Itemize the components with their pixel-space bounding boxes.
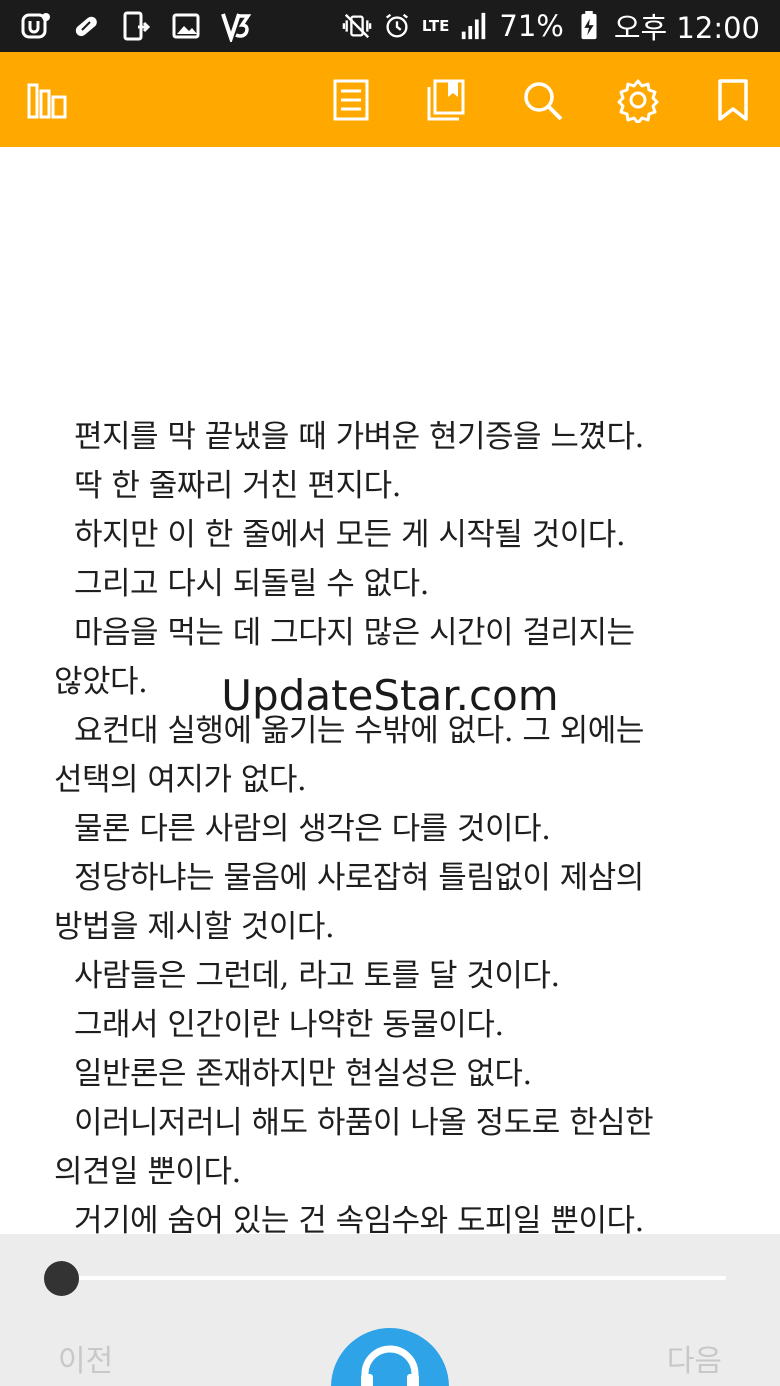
book-text: 편지를 막 끝냈을 때 가벼운 현기증을 느꼈다. 딱 한 줄짜리 거친 편지다… bbox=[54, 413, 724, 1234]
paragraph: 그리고 다시 되돌릴 수 없다. bbox=[74, 566, 430, 602]
paragraph: 마음을 먹는 데 그다지 많은 시간이 걸리지는 않았다. bbox=[54, 615, 635, 700]
next-page-button[interactable]: 다음 bbox=[667, 1336, 722, 1380]
v3-icon bbox=[221, 13, 252, 42]
battery-charging-icon bbox=[581, 11, 597, 40]
settings-icon bbox=[617, 79, 659, 123]
library-button[interactable] bbox=[20, 72, 76, 128]
page-progress-track[interactable] bbox=[62, 1276, 726, 1280]
battery-percent: 71% bbox=[499, 9, 564, 43]
paragraph: 이러니저러니 해도 하품이 나올 정도로 한심한 의견일 뿐이다. bbox=[54, 1105, 654, 1190]
table-of-contents-button[interactable] bbox=[323, 72, 379, 128]
notification-icons bbox=[20, 8, 252, 44]
toc-icon bbox=[333, 79, 369, 121]
search-button[interactable] bbox=[514, 72, 570, 128]
paragraph: 딱 한 줄짜리 거친 편지다. bbox=[74, 468, 401, 504]
paragraph: 그래서 인간이란 나약한 동물이다. bbox=[74, 1007, 504, 1043]
library-icon bbox=[27, 83, 67, 119]
bookmarks-list-icon bbox=[427, 79, 465, 121]
search-icon bbox=[524, 82, 563, 121]
status-bar: LTE 71% 오후 12:00 bbox=[0, 0, 780, 52]
audio-play-button[interactable] bbox=[331, 1328, 449, 1386]
paragraph: 사람들은 그런데, 라고 토를 달 것이다. bbox=[74, 958, 560, 994]
settings-button[interactable] bbox=[610, 72, 666, 128]
clock: 오후 12:00 bbox=[613, 11, 760, 45]
headphones-icon bbox=[361, 1345, 419, 1386]
paragraph: 하지만 이 한 줄에서 모든 게 시작될 것이다. bbox=[74, 517, 626, 553]
paragraph: 거기에 숨어 있는 건 속임수와 도피일 뿐이다. bbox=[74, 1203, 644, 1234]
screen-share-icon bbox=[123, 11, 151, 41]
prev-page-button[interactable]: 이전 bbox=[58, 1336, 113, 1380]
paragraph: 물론 다른 사람의 생각은 다를 것이다. bbox=[74, 811, 551, 847]
paragraph: 정당하냐는 물음에 사로잡혀 틀림없이 제삼의 방법을 제시할 것이다. bbox=[54, 860, 644, 945]
bookmarks-list-button[interactable] bbox=[418, 72, 474, 128]
pill-icon bbox=[75, 16, 97, 37]
reader-page[interactable]: 편지를 막 끝냈을 때 가벼운 현기증을 느꼈다. 딱 한 줄짜리 거친 편지다… bbox=[0, 147, 780, 1234]
image-icon bbox=[172, 13, 200, 39]
page-navigation-bar: 이전 다음 bbox=[0, 1234, 780, 1386]
paragraph: 편지를 막 끝냈을 때 가벼운 현기증을 느꼈다. bbox=[74, 419, 644, 455]
system-status: LTE 71% 오후 12:00 bbox=[342, 6, 760, 46]
bookmark-button[interactable] bbox=[705, 72, 761, 128]
reader-toolbar bbox=[0, 52, 780, 147]
page-progress-thumb[interactable] bbox=[44, 1261, 79, 1296]
signal-icon bbox=[462, 12, 486, 40]
paragraph: 요컨대 실행에 옮기는 수밖에 없다. 그 외에는 선택의 여지가 없다. bbox=[54, 713, 644, 798]
bookmark-icon bbox=[718, 79, 748, 121]
app-u-icon bbox=[21, 13, 50, 39]
network-type: LTE bbox=[421, 16, 450, 35]
paragraph: 일반론은 존재하지만 현실성은 없다. bbox=[74, 1056, 532, 1092]
alarm-icon bbox=[385, 13, 408, 38]
vibrate-icon bbox=[342, 13, 372, 39]
